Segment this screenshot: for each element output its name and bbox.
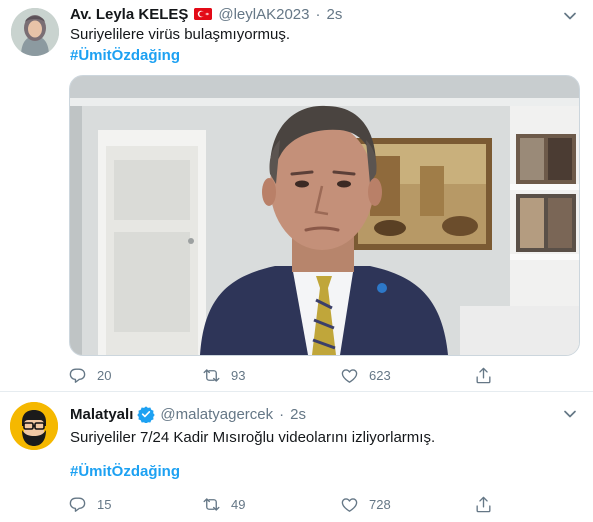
avatar[interactable] xyxy=(10,402,58,450)
author-name[interactable]: Malatyalı xyxy=(70,406,133,423)
share-icon xyxy=(476,367,491,383)
share-button[interactable] xyxy=(474,492,503,516)
retweet-count: 93 xyxy=(231,367,246,383)
retweet-button[interactable]: 49 xyxy=(202,492,245,516)
reply-button[interactable]: 15 xyxy=(68,492,111,516)
reply-icon xyxy=(69,367,86,383)
tweet-text: Suriyeliler 7/24 Kadir Mısıroğlu videola… xyxy=(70,429,436,446)
tweet-header: Av. Leyla KELEŞ @leylAK2023 · 2s xyxy=(70,4,342,24)
like-button[interactable]: 623 xyxy=(340,363,391,387)
separator-dot: · xyxy=(315,5,321,23)
like-button[interactable]: 728 xyxy=(340,492,391,516)
retweet-icon xyxy=(203,368,220,382)
tweet[interactable]: Malatyalı @malatyagercek · 2s Suriyelile… xyxy=(0,392,593,522)
chevron-down-icon[interactable] xyxy=(561,7,579,25)
retweet-count: 49 xyxy=(231,496,246,512)
retweet-button[interactable]: 93 xyxy=(202,363,245,387)
heart-icon xyxy=(341,497,358,512)
tweet-header: Malatyalı @malatyagercek · 2s xyxy=(70,404,306,424)
separator-dot: · xyxy=(279,405,285,423)
chevron-down-icon[interactable] xyxy=(561,405,579,423)
timestamp[interactable]: 2s xyxy=(327,6,343,23)
like-count: 728 xyxy=(369,496,391,512)
reply-count: 15 xyxy=(97,496,112,512)
like-count: 623 xyxy=(369,367,391,383)
tweet-media-image[interactable] xyxy=(69,75,580,356)
avatar[interactable] xyxy=(11,8,59,56)
tweet-actions: 15 49 728 xyxy=(60,492,500,516)
tweet[interactable]: Av. Leyla KELEŞ @leylAK2023 · 2s Suriyel… xyxy=(0,0,593,392)
author-name[interactable]: Av. Leyla KELEŞ xyxy=(70,6,188,23)
author-handle[interactable]: @leylAK2023 xyxy=(218,6,309,23)
hashtag-link[interactable]: #ÜmitÖzdağing xyxy=(70,46,180,66)
verified-badge-icon xyxy=(137,405,156,424)
tweet-actions: 20 93 623 xyxy=(60,363,500,387)
share-icon xyxy=(476,496,491,512)
turkish-flag-icon xyxy=(194,8,213,20)
retweet-icon xyxy=(203,497,220,511)
reply-icon xyxy=(69,496,86,512)
timestamp[interactable]: 2s xyxy=(290,406,306,423)
share-button[interactable] xyxy=(474,363,503,387)
author-handle[interactable]: @malatyagercek xyxy=(160,406,273,423)
tweet-text: Suriyelilere virüs bulaşmıyormuş. xyxy=(70,26,291,43)
reply-button[interactable]: 20 xyxy=(68,363,111,387)
reply-count: 20 xyxy=(97,367,112,383)
hashtag-link[interactable]: #ÜmitÖzdağing xyxy=(70,462,180,482)
heart-icon xyxy=(341,368,358,383)
